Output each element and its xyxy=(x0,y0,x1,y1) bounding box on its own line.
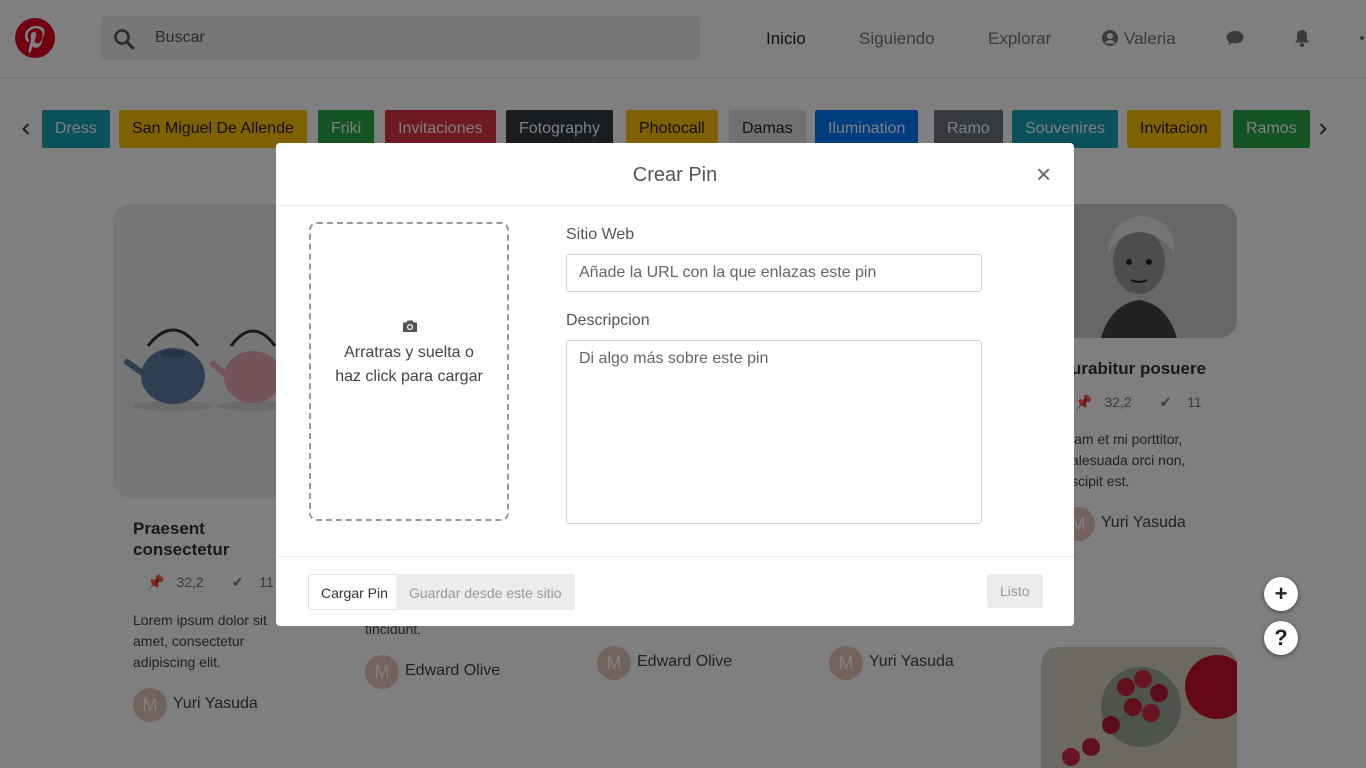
add-pin-button[interactable]: + xyxy=(1264,577,1298,611)
website-url-input[interactable] xyxy=(566,254,982,292)
create-pin-modal: Crear Pin × Arratras y suelta o haz clic… xyxy=(276,143,1074,626)
image-dropzone[interactable]: Arratras y suelta o haz click para carga… xyxy=(309,222,509,521)
description-label: Descripcion xyxy=(566,312,650,329)
help-button[interactable]: ? xyxy=(1264,621,1298,655)
close-button[interactable]: × xyxy=(1036,161,1051,187)
camera-icon xyxy=(403,320,417,332)
modal-header: Crear Pin × xyxy=(276,143,1074,206)
modal-footer: Cargar Pin Guardar desde este sitio List… xyxy=(276,556,1074,626)
save-from-site-tab[interactable]: Guardar desde este sitio xyxy=(396,574,575,610)
modal-title: Crear Pin xyxy=(632,164,718,186)
upload-pin-tab[interactable]: Cargar Pin xyxy=(308,574,401,610)
done-button[interactable]: Listo xyxy=(987,574,1043,608)
dropzone-text: Arratras y suelta o haz click para carga… xyxy=(335,344,483,385)
website-label: Sitio Web xyxy=(566,226,635,243)
description-textarea[interactable] xyxy=(566,340,982,524)
